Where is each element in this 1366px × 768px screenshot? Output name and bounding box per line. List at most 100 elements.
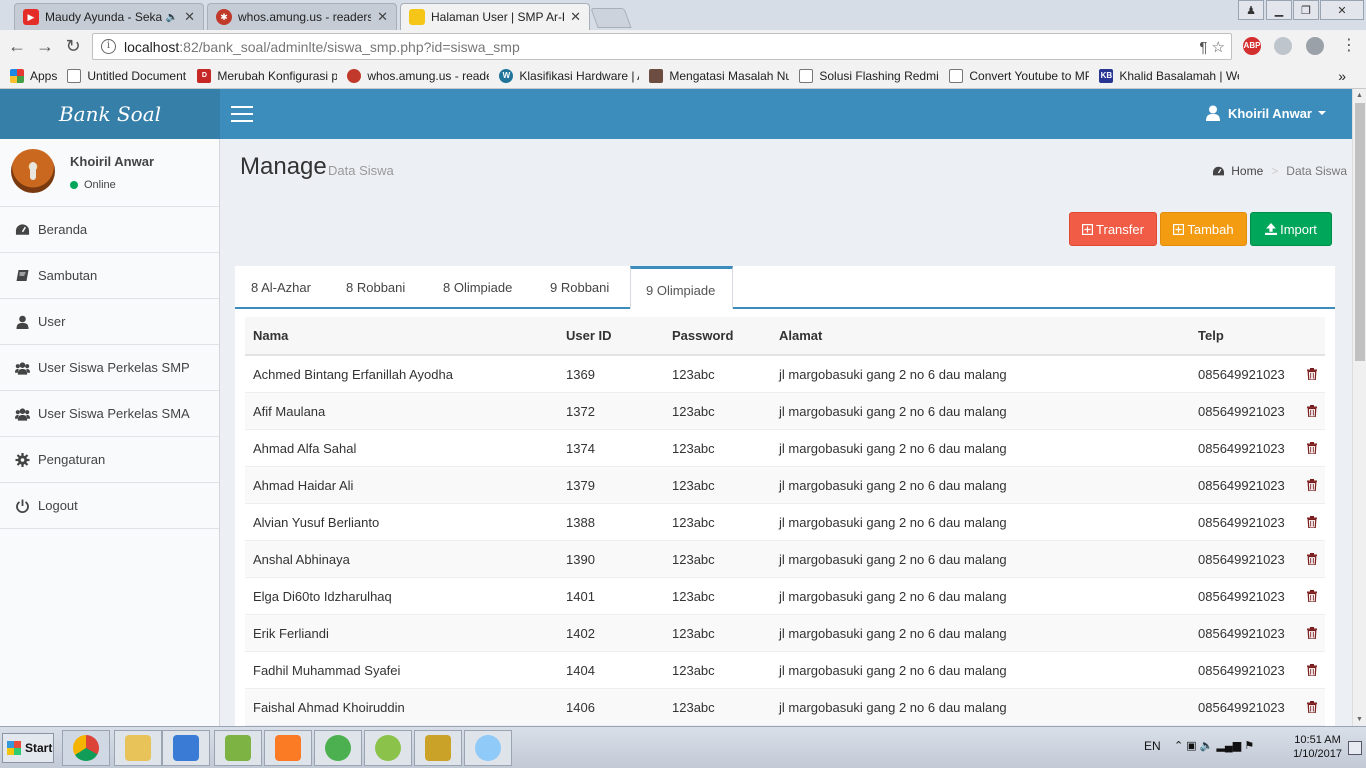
trash-icon[interactable] [1307, 516, 1317, 528]
logo[interactable]: Bank Soal [0, 89, 220, 139]
cell-nama: Afif Maulana [253, 403, 326, 419]
language-indicator[interactable]: EN [1144, 739, 1161, 753]
cell-password: 123abc [672, 699, 715, 715]
trash-icon[interactable] [1307, 405, 1317, 417]
cell-password: 123abc [672, 662, 715, 678]
chrome-menu-icon[interactable]: ⋮ [1338, 36, 1360, 56]
trash-icon[interactable] [1307, 368, 1317, 380]
show-desktop-icon[interactable] [1348, 741, 1362, 755]
user-menu[interactable]: Khoiril Anwar [1205, 105, 1326, 121]
taskbar-dreamweaver[interactable] [364, 730, 412, 766]
bookmark-item[interactable]: D Merubah Konfigurasi ph [197, 68, 337, 83]
tray-icons[interactable]: ⌃ ▣ 🔈 ▂▄▆ ⚑ [1174, 739, 1254, 752]
tab-9-robbani[interactable]: 9 Robbani [550, 280, 609, 295]
trash-icon[interactable] [1307, 664, 1317, 676]
cell-alamat: jl margobasuki gang 2 no 6 dau malang [779, 699, 1007, 715]
cell-user-id: 1374 [566, 440, 595, 456]
browser-tab-1[interactable]: ▶ Maudy Ayunda - Sekali 🔈 ✕ [14, 3, 204, 30]
taskbar-app[interactable] [414, 730, 462, 766]
apps-grid-icon [10, 68, 24, 83]
taskbar-explorer[interactable] [114, 730, 162, 766]
bookmark-item[interactable]: W Klasifikasi Hardware | A [499, 68, 639, 83]
bookmark-item[interactable]: Mengatasi Masalah Nun [649, 68, 789, 83]
forward-button[interactable]: → [34, 36, 56, 56]
bookmark-item[interactable]: whos.amung.us - reade [347, 68, 489, 83]
bookmark-star-icon[interactable]: ¶ ☆ [1199, 38, 1225, 56]
cell-alamat: jl margobasuki gang 2 no 6 dau malang [779, 551, 1007, 567]
sidebar-toggle-icon[interactable] [231, 106, 253, 122]
taskbar-chrome[interactable] [62, 730, 110, 766]
info-icon[interactable]: i [101, 39, 116, 54]
trash-icon[interactable] [1307, 479, 1317, 491]
bookmark-item[interactable]: Untitled Document [67, 68, 187, 83]
trash-icon[interactable] [1307, 701, 1317, 713]
taskbar-media[interactable] [162, 730, 210, 766]
sidebar-item-siswa-smp[interactable]: User Siswa Perkelas SMP [0, 345, 219, 391]
new-tab-button[interactable] [590, 8, 632, 28]
cell-password: 123abc [672, 403, 715, 419]
column-header-password[interactable]: Password [672, 328, 733, 343]
tab-9-olimpiade[interactable]: 9 Olimpiade [630, 266, 733, 309]
close-tab-icon[interactable]: ✕ [184, 9, 195, 25]
sidebar-item-label: Pengaturan [38, 452, 106, 467]
close-window-button[interactable]: ✕ [1320, 0, 1364, 20]
bookmark-item[interactable]: Solusi Flashing Redmi 3 [799, 68, 939, 83]
maximize-button[interactable]: ❐ [1293, 0, 1319, 20]
system-clock[interactable]: 10:51 AM 1/10/2017 [1293, 733, 1342, 761]
trash-icon[interactable] [1307, 553, 1317, 565]
extension-icon-2[interactable] [1306, 37, 1324, 55]
bookmark-apps[interactable]: Apps [10, 68, 57, 83]
bookmark-item[interactable]: Convert Youtube to MP3 [949, 68, 1089, 83]
media-player-icon [173, 735, 199, 761]
close-tab-icon[interactable]: ✕ [570, 9, 581, 25]
bookmark-item[interactable]: KB Khalid Basalamah | Wel [1099, 68, 1239, 83]
trash-icon[interactable] [1307, 627, 1317, 639]
scrollbar-thumb[interactable] [1355, 103, 1365, 361]
browser-tab-2[interactable]: ✱ whos.amung.us - readers ✕ [207, 3, 397, 30]
transfer-button[interactable]: Transfer [1069, 212, 1157, 246]
tab-8-robbani[interactable]: 8 Robbani [346, 280, 405, 295]
tab-8-olimpiade[interactable]: 8 Olimpiade [443, 280, 512, 295]
tab-8-al-azhar[interactable]: 8 Al-Azhar [251, 280, 311, 295]
scroll-down-icon[interactable]: ▼ [1356, 716, 1363, 723]
start-button[interactable]: Start [2, 733, 54, 763]
browser-tab-3-active[interactable]: Halaman User | SMP Ar-Ro ✕ [400, 3, 590, 30]
users-icon [15, 361, 30, 375]
trash-icon[interactable] [1307, 590, 1317, 602]
bookmarks-overflow[interactable]: » [1338, 68, 1346, 84]
sidebar-item-beranda[interactable]: Beranda [0, 207, 219, 253]
back-button[interactable]: ← [6, 36, 28, 56]
sidebar-item-user[interactable]: User [0, 299, 219, 345]
sidebar-item-siswa-sma[interactable]: User Siswa Perkelas SMA [0, 391, 219, 437]
sidebar-item-sambutan[interactable]: Sambutan [0, 253, 219, 299]
adblock-icon[interactable]: ABP [1243, 37, 1261, 55]
close-tab-icon[interactable]: ✕ [377, 9, 388, 25]
cell-alamat: jl margobasuki gang 2 no 6 dau malang [779, 403, 1007, 419]
column-header-telp[interactable]: Telp [1198, 328, 1224, 343]
cell-user-id: 1390 [566, 551, 595, 567]
import-button[interactable]: Import [1250, 212, 1332, 246]
extension-icon[interactable] [1274, 37, 1292, 55]
taskbar-utorrent[interactable] [314, 730, 362, 766]
status-label: Online [84, 179, 116, 191]
address-bar[interactable]: i localhost:82/bank_soal/adminlte/siswa_… [92, 33, 1232, 60]
taskbar-paint[interactable] [464, 730, 512, 766]
column-header-nama[interactable]: Nama [253, 328, 288, 343]
minimize-button[interactable]: ▁ [1266, 0, 1292, 20]
trash-icon[interactable] [1307, 442, 1317, 454]
breadcrumb-home[interactable]: Home [1231, 164, 1263, 178]
cell-alamat: jl margobasuki gang 2 no 6 dau malang [779, 514, 1007, 530]
taskbar-xampp[interactable] [264, 730, 312, 766]
paint-icon [475, 735, 501, 761]
page-scrollbar[interactable]: ▲ ▼ [1352, 89, 1366, 726]
scroll-up-icon[interactable]: ▲ [1356, 92, 1363, 99]
taskbar-editor[interactable] [214, 730, 262, 766]
sidebar-item-logout[interactable]: Logout [0, 483, 219, 529]
profile-icon[interactable]: ♟ [1238, 0, 1264, 20]
column-header-user-id[interactable]: User ID [566, 328, 612, 343]
sidebar-item-pengaturan[interactable]: Pengaturan [0, 437, 219, 483]
tambah-button[interactable]: Tambah [1160, 212, 1247, 246]
column-header-alamat[interactable]: Alamat [779, 328, 822, 343]
cell-user-id: 1379 [566, 477, 595, 493]
reload-button[interactable]: ↻ [62, 36, 84, 56]
